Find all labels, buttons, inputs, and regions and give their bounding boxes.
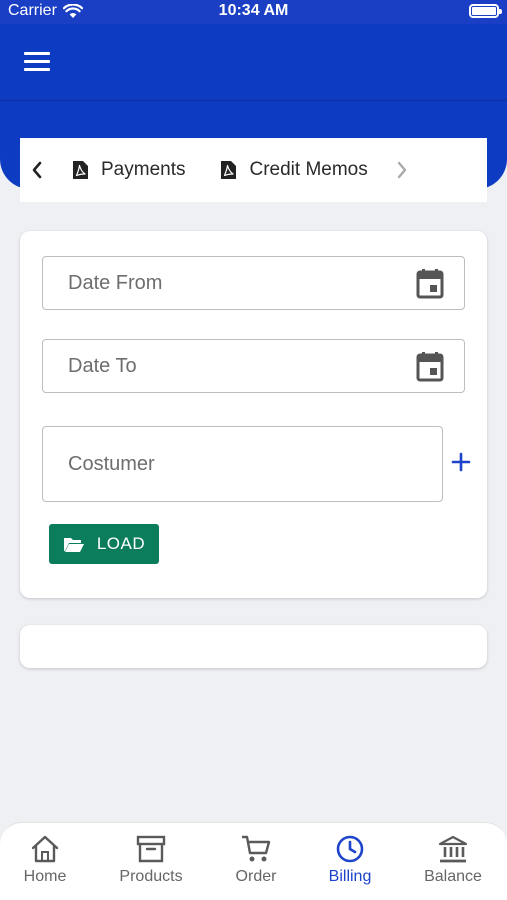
- home-icon: [31, 835, 59, 863]
- pdf-file-icon: [73, 161, 88, 179]
- customer-input[interactable]: [43, 427, 442, 501]
- archive-box-icon: [136, 835, 166, 863]
- nav-item-home[interactable]: Home: [12, 823, 78, 900]
- customer-field: [42, 426, 443, 502]
- load-button[interactable]: LOAD: [49, 524, 159, 564]
- cart-icon: [242, 835, 271, 862]
- add-customer-icon[interactable]: [448, 449, 474, 475]
- nav-item-balance[interactable]: Balance: [418, 823, 488, 900]
- app-bar: [0, 24, 507, 101]
- date-from-field: [42, 256, 465, 310]
- nav-label-balance: Balance: [424, 868, 482, 885]
- nav-label-home: Home: [23, 868, 67, 885]
- chevron-right-icon[interactable]: [385, 138, 419, 202]
- date-to-input[interactable]: [43, 340, 464, 392]
- filter-form-card: LOAD: [20, 231, 487, 598]
- chevron-left-icon[interactable]: [20, 138, 54, 202]
- tab-payments-label: Payments: [101, 159, 186, 180]
- status-bar: Carrier 10:34 AM: [0, 0, 507, 24]
- tab-credit-memos-label: Credit Memos: [249, 159, 368, 180]
- tab-credit-memos[interactable]: Credit Memos: [202, 138, 384, 202]
- results-card: [20, 625, 487, 668]
- battery-icon: [469, 4, 502, 18]
- calendar-icon[interactable]: [416, 352, 444, 382]
- nav-label-order: Order: [235, 868, 277, 885]
- battery-level: [472, 7, 496, 15]
- clock-icon: [336, 835, 364, 863]
- document-tabs: Payments Credit Memos: [20, 138, 487, 202]
- pdf-file-icon: [221, 161, 237, 179]
- calendar-icon[interactable]: [416, 269, 444, 299]
- bottom-navigation: Home Products Order Billing Balance: [0, 822, 507, 900]
- load-button-label: LOAD: [96, 534, 146, 553]
- date-from-input[interactable]: [43, 257, 464, 309]
- hamburger-menu-icon[interactable]: [24, 52, 50, 72]
- folder-open-icon: [63, 537, 84, 552]
- nav-label-products: Products: [119, 868, 183, 885]
- nav-label-billing: Billing: [328, 868, 372, 885]
- date-to-field: [42, 339, 465, 393]
- nav-item-billing[interactable]: Billing: [320, 823, 380, 900]
- nav-item-order[interactable]: Order: [226, 823, 286, 900]
- tab-payments[interactable]: Payments: [54, 138, 202, 202]
- nav-item-products[interactable]: Products: [110, 823, 192, 900]
- status-time: 10:34 AM: [218, 2, 289, 19]
- bank-icon: [438, 835, 468, 863]
